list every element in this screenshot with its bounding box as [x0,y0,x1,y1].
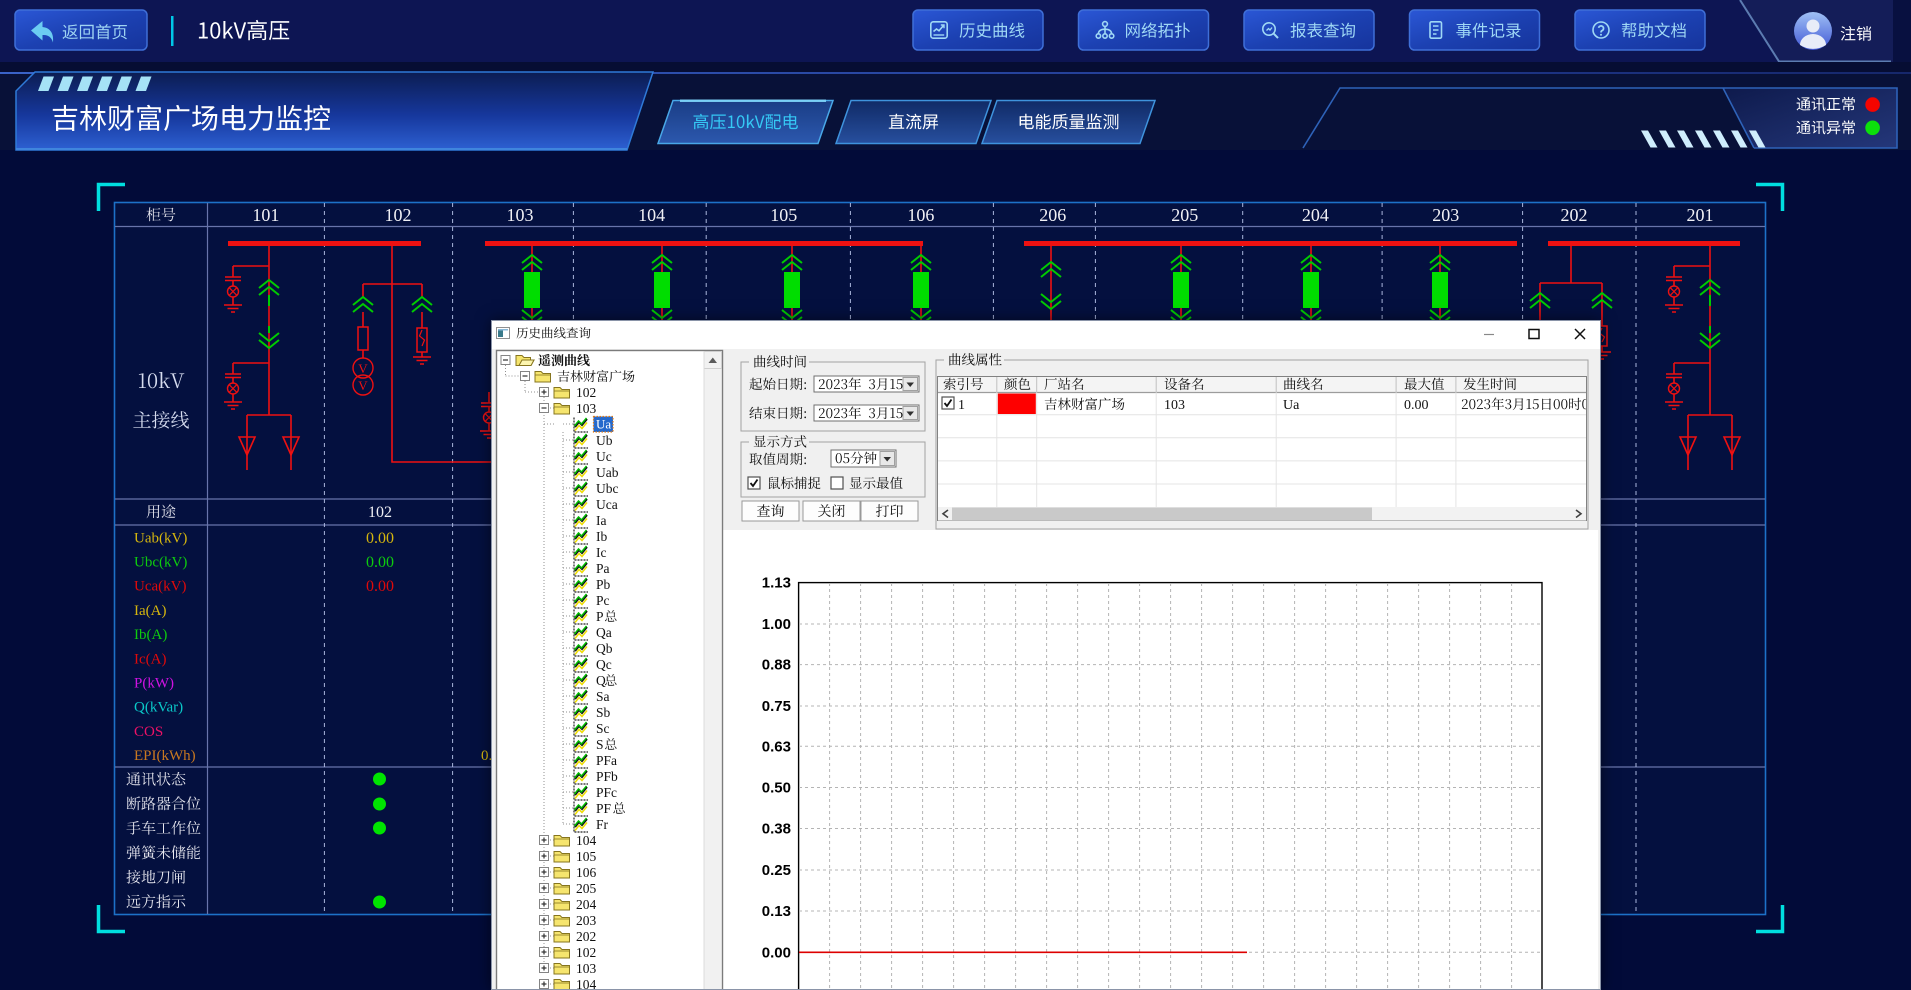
svg-text:Ic: Ic [596,545,607,560]
svg-text:Uab(kV): Uab(kV) [134,530,187,546]
svg-text:S: S [596,737,604,752]
svg-text:Sb: Sb [596,705,611,720]
svg-text:106: 106 [576,865,597,880]
svg-text:102: 102 [576,385,596,400]
svg-text:103: 103 [507,205,534,225]
svg-text:Sc: Sc [596,721,610,736]
svg-text:204: 204 [1302,205,1329,225]
svg-text:0.00: 0.00 [1404,398,1429,413]
svg-text:Qb: Qb [596,641,613,656]
svg-text:0.38: 0.38 [762,821,791,838]
svg-text:Qa: Qa [596,625,612,640]
svg-text:0.25: 0.25 [762,862,791,879]
svg-text:0.75: 0.75 [762,698,791,715]
svg-text:Ubc: Ubc [596,481,619,496]
svg-text:106: 106 [907,205,934,225]
svg-text:Ic(A): Ic(A) [134,651,166,667]
svg-text:201: 201 [1687,205,1714,225]
svg-text:203: 203 [1432,205,1459,225]
svg-text:1: 1 [958,398,965,413]
svg-text:103: 103 [1164,398,1185,413]
svg-text:P: P [596,609,604,624]
svg-text:0.00: 0.00 [366,554,394,571]
svg-text:Fr: Fr [596,817,609,832]
svg-text:Pc: Pc [596,593,610,608]
svg-text:PFc: PFc [596,785,617,800]
svg-text:105: 105 [770,205,797,225]
svg-text:Ib(A): Ib(A) [134,627,167,643]
svg-text:Qc: Qc [596,657,612,672]
svg-text:Pa: Pa [596,561,610,576]
svg-text:0.13: 0.13 [762,903,791,920]
svg-text:205: 205 [576,881,597,896]
svg-text:1.00: 1.00 [762,616,791,633]
svg-text:0.00: 0.00 [366,530,394,547]
svg-text:Ib: Ib [596,529,607,544]
svg-text:PFa: PFa [596,753,617,768]
svg-text:Pb: Pb [596,577,611,592]
svg-text:Ubc(kV): Ubc(kV) [134,555,187,571]
svg-text:103: 103 [576,401,597,416]
svg-text:202: 202 [576,929,596,944]
svg-text:205: 205 [1171,205,1198,225]
svg-text:0.00: 0.00 [762,944,791,961]
svg-text:Ia(A): Ia(A) [134,603,166,619]
svg-text:102: 102 [576,945,596,960]
svg-text:V: V [358,361,368,376]
svg-text:0.50: 0.50 [762,780,791,797]
svg-text:202: 202 [1561,205,1588,225]
svg-text:101: 101 [252,205,279,225]
svg-text:Q(kVar): Q(kVar) [134,700,183,716]
svg-text:0.00: 0.00 [366,578,394,595]
svg-text:Ia: Ia [596,513,607,528]
svg-text:204: 204 [576,897,597,912]
svg-text:Uab: Uab [596,465,619,480]
svg-text:1.13: 1.13 [762,575,791,592]
svg-text:P(kW): P(kW) [134,676,174,692]
svg-text:102: 102 [385,205,412,225]
svg-text:PF: PF [596,801,612,816]
svg-text:104: 104 [576,977,597,989]
svg-text:203: 203 [576,913,597,928]
svg-text:Uc: Uc [596,449,612,464]
svg-text:Sa: Sa [596,689,610,704]
svg-text:104: 104 [638,205,665,225]
svg-text:0.63: 0.63 [762,738,791,755]
svg-text:0.88: 0.88 [762,657,791,674]
svg-text:PFb: PFb [596,769,618,784]
svg-text:COS: COS [134,724,163,740]
svg-text:V: V [358,378,368,393]
svg-text:Ua: Ua [1283,398,1300,413]
svg-text:Q: Q [596,673,606,688]
svg-text:Uca(kV): Uca(kV) [134,579,186,595]
svg-text:103: 103 [576,961,597,976]
svg-text:Uca: Uca [596,497,618,512]
svg-text:104: 104 [576,833,597,848]
svg-text:Ua: Ua [596,417,611,432]
svg-text:206: 206 [1039,205,1066,225]
svg-text:Ub: Ub [596,433,613,448]
svg-text:102: 102 [368,504,392,521]
svg-text:105: 105 [576,849,597,864]
svg-text:EPI(kWh): EPI(kWh) [134,748,196,764]
